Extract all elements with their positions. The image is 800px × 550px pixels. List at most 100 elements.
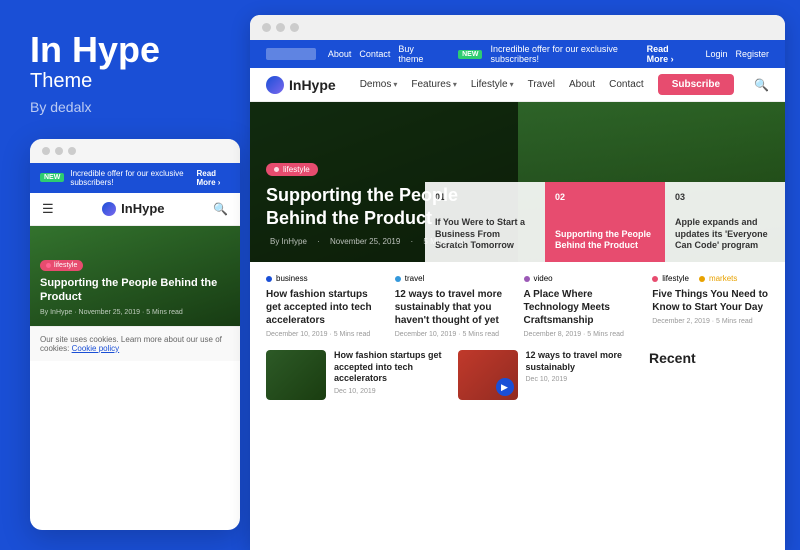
cat-dot-4 (652, 276, 658, 282)
site-nav-bar: InHype Demos ▾ Features ▾ Lifestyle ▾ Tr… (250, 68, 785, 102)
right-panel: About Contact Buy theme NEW Incredible o… (250, 15, 785, 550)
recent-title: Recent (649, 350, 769, 366)
bottom-article-2: ▶ 12 ways to travel more sustainably Dec… (458, 350, 638, 400)
site-logo-circle (266, 76, 284, 94)
brand-author: By dedalx (30, 99, 220, 115)
article-4-meta: December 2, 2019 · 5 Mins read (652, 318, 769, 325)
mobile-dots (30, 139, 240, 163)
nav-item-travel[interactable]: Travel (528, 79, 555, 90)
mobile-cookie-link[interactable]: Cookie policy (72, 344, 120, 353)
article-1-title[interactable]: How fashion startups get accepted into t… (266, 288, 383, 327)
article-item-1: business How fashion startups get accept… (266, 274, 383, 338)
brand-subtitle: Theme (30, 70, 220, 93)
hero-content: lifestyle Supporting the People Behind t… (250, 143, 785, 262)
nav-label-travel: Travel (528, 79, 555, 90)
mobile-hamburger-icon[interactable]: ☰ (42, 201, 54, 217)
browser-dot-1 (262, 23, 271, 32)
topbar-new-badge: NEW (458, 50, 482, 59)
social-icons (266, 48, 316, 60)
nav-label-demos: Demos (360, 79, 392, 90)
bottom-article-2-text: 12 ways to travel more sustainably Dec 1… (526, 350, 638, 400)
hero-section: lifestyle Supporting the People Behind t… (250, 102, 785, 262)
browser-chrome (250, 15, 785, 40)
article-3-meta: December 8, 2019 · 5 Mins read (524, 331, 641, 338)
site-top-bar: About Contact Buy theme NEW Incredible o… (250, 40, 785, 68)
bottom-article-2-title[interactable]: 12 ways to travel more sustainably (526, 350, 638, 373)
article-2-cat-label: travel (405, 274, 425, 283)
article-4-title[interactable]: Five Things You Need to Know to Start Yo… (652, 288, 769, 314)
article-1-meta: December 10, 2019 · 5 Mins read (266, 331, 383, 338)
hero-meta: By InHype · November 25, 2019 · 5 Mins r… (266, 237, 769, 246)
topbar-contact[interactable]: Contact (359, 49, 390, 59)
mobile-cookie-bar: Our site uses cookies. Learn more about … (30, 326, 240, 361)
articles-grid: business How fashion startups get accept… (266, 274, 769, 338)
article-4-cat-label: lifestyle (662, 274, 689, 283)
cat-dot-4b (699, 276, 705, 282)
hero-meta-author: By InHype (270, 237, 307, 246)
topbar-login[interactable]: Login (705, 49, 727, 59)
mobile-logo: InHype (102, 201, 164, 216)
topbar-read-more[interactable]: Read More › (647, 44, 690, 64)
article-4-cat-label2: markets (709, 274, 737, 283)
topbar-buytheme[interactable]: Buy theme (398, 44, 434, 64)
article-1-cat-label: business (276, 274, 308, 283)
search-icon[interactable]: 🔍 (754, 78, 769, 92)
article-3-title[interactable]: A Place Where Technology Meets Craftsman… (524, 288, 641, 327)
bottom-article-1: How fashion startups get accepted into t… (266, 350, 446, 400)
nav-item-demos[interactable]: Demos ▾ (360, 79, 398, 90)
nav-label-about: About (569, 79, 595, 90)
mobile-hero-title: Supporting the People Behind the Product (40, 276, 230, 305)
bottom-thumb-1 (266, 350, 326, 400)
chevron-down-icon-2: ▾ (453, 80, 457, 89)
mobile-read-more[interactable]: Read More › (196, 169, 230, 187)
nav-item-about[interactable]: About (569, 79, 595, 90)
topbar-promo-text: Incredible offer for our exclusive subsc… (490, 44, 638, 64)
chevron-down-icon-3: ▾ (510, 80, 514, 89)
dot-2 (55, 147, 63, 155)
hero-meta-read: 5 Mins read (423, 237, 465, 246)
mobile-hero: lifestyle Supporting the People Behind t… (30, 226, 240, 326)
bottom-article-1-meta: Dec 10, 2019 (334, 388, 446, 395)
mobile-logo-text: InHype (121, 201, 164, 216)
browser-dot-2 (276, 23, 285, 32)
cat-dot-2 (395, 276, 401, 282)
bottom-article-1-title[interactable]: How fashion startups get accepted into t… (334, 350, 446, 385)
mobile-nav: ☰ InHype 🔍 (30, 193, 240, 226)
site-logo: InHype (266, 76, 336, 94)
browser-content: About Contact Buy theme NEW Incredible o… (250, 40, 785, 550)
topbar-about[interactable]: About (328, 49, 352, 59)
cat-dot-1 (266, 276, 272, 282)
chevron-down-icon: ▾ (393, 80, 397, 89)
nav-item-features[interactable]: Features ▾ (411, 79, 456, 90)
nav-label-lifestyle: Lifestyle (471, 79, 508, 90)
mobile-lifestyle-tag: lifestyle (40, 260, 83, 271)
hero-title: Supporting the People Behind the Product (266, 184, 506, 229)
article-item-4: lifestyle markets Five Things You Need t… (652, 274, 769, 338)
articles-section: business How fashion startups get accept… (250, 262, 785, 550)
hero-tag: lifestyle (266, 163, 318, 176)
bottom-article-1-text: How fashion startups get accepted into t… (334, 350, 446, 400)
bottom-thumb-2: ▶ (458, 350, 518, 400)
hero-meta-date: November 25, 2019 (330, 237, 400, 246)
site-logo-text: InHype (289, 77, 336, 93)
article-3-category: video (524, 274, 641, 283)
left-panel: In Hype Theme By dedalx NEW Incredible o… (0, 0, 240, 550)
bottom-row: How fashion startups get accepted into t… (266, 350, 769, 400)
topbar-register[interactable]: Register (735, 49, 769, 59)
nav-label-contact: Contact (609, 79, 643, 90)
article-3-cat-label: video (534, 274, 553, 283)
hero-meta-sep1: · (317, 237, 322, 246)
dot-3 (68, 147, 76, 155)
article-item-3: video A Place Where Technology Meets Cra… (524, 274, 641, 338)
article-2-meta: December 10, 2019 · 5 Mins read (395, 331, 512, 338)
subscribe-button[interactable]: Subscribe (658, 74, 734, 95)
article-2-title[interactable]: 12 ways to travel more sustainably that … (395, 288, 512, 327)
cat-dot-3 (524, 276, 530, 282)
article-4-category: lifestyle markets (652, 274, 769, 283)
dot-1 (42, 147, 50, 155)
mobile-new-badge: NEW (40, 173, 64, 182)
mobile-search-icon[interactable]: 🔍 (213, 202, 228, 216)
nav-item-lifestyle[interactable]: Lifestyle ▾ (471, 79, 514, 90)
browser-dot-3 (290, 23, 299, 32)
nav-item-contact[interactable]: Contact (609, 79, 643, 90)
